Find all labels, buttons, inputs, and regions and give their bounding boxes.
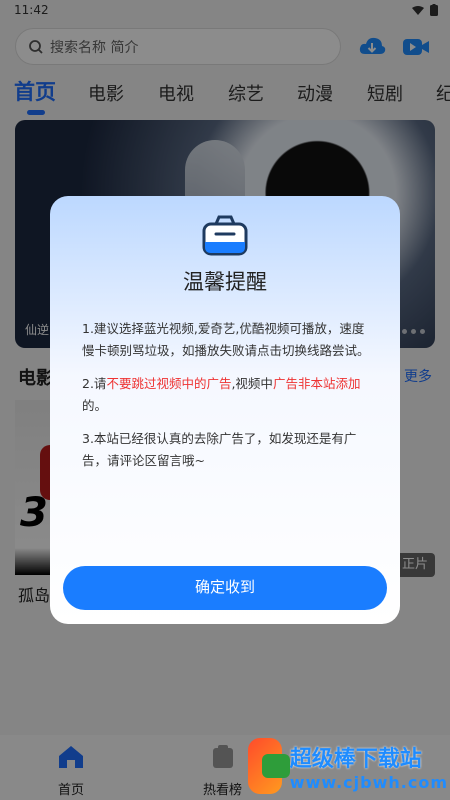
notice-p2-middle: ,视频中 xyxy=(231,376,273,391)
notice-paragraph-1: 1.建议选择蓝光视频,爱奇艺,优酷视频可播放，速度慢卡顿别骂垃圾，如播放失败请点… xyxy=(82,321,370,358)
site-watermark: 超级棒下载站 www.cjbwh.com xyxy=(248,734,448,798)
confirm-button[interactable]: 确定收到 xyxy=(63,566,387,610)
notice-paragraph-2: 2.请不要跳过视频中的广告,视频中广告非本站添加的。 xyxy=(82,373,372,417)
notice-dialog: 温馨提醒 1.建议选择蓝光视频,爱奇艺,优酷视频可播放，速度慢卡顿别骂垃圾，如播… xyxy=(50,196,400,624)
watermark-name: 超级棒下载站 xyxy=(289,746,422,772)
dialog-title: 温馨提醒 xyxy=(183,270,267,294)
notice-p2-warning-2: 广告非本站添加 xyxy=(272,376,361,391)
notice-p2-end: 的。 xyxy=(82,398,108,413)
notice-p2-warning-1: 不要跳过视频中的广告 xyxy=(106,376,232,391)
mailbox-icon xyxy=(202,215,248,256)
watermark-url: www.cjbwh.com xyxy=(289,772,448,792)
dialog-body: 1.建议选择蓝光视频,爱奇艺,优酷视频可播放，速度慢卡顿别骂垃圾，如播放失败请点… xyxy=(82,318,372,483)
watermark-logo xyxy=(248,738,290,794)
notice-p2-start: 2.请 xyxy=(82,376,107,391)
notice-paragraph-3: 3.本站已经很认真的去除广告了，如发现还是有广告，请评论区留言哦~ xyxy=(82,431,357,468)
